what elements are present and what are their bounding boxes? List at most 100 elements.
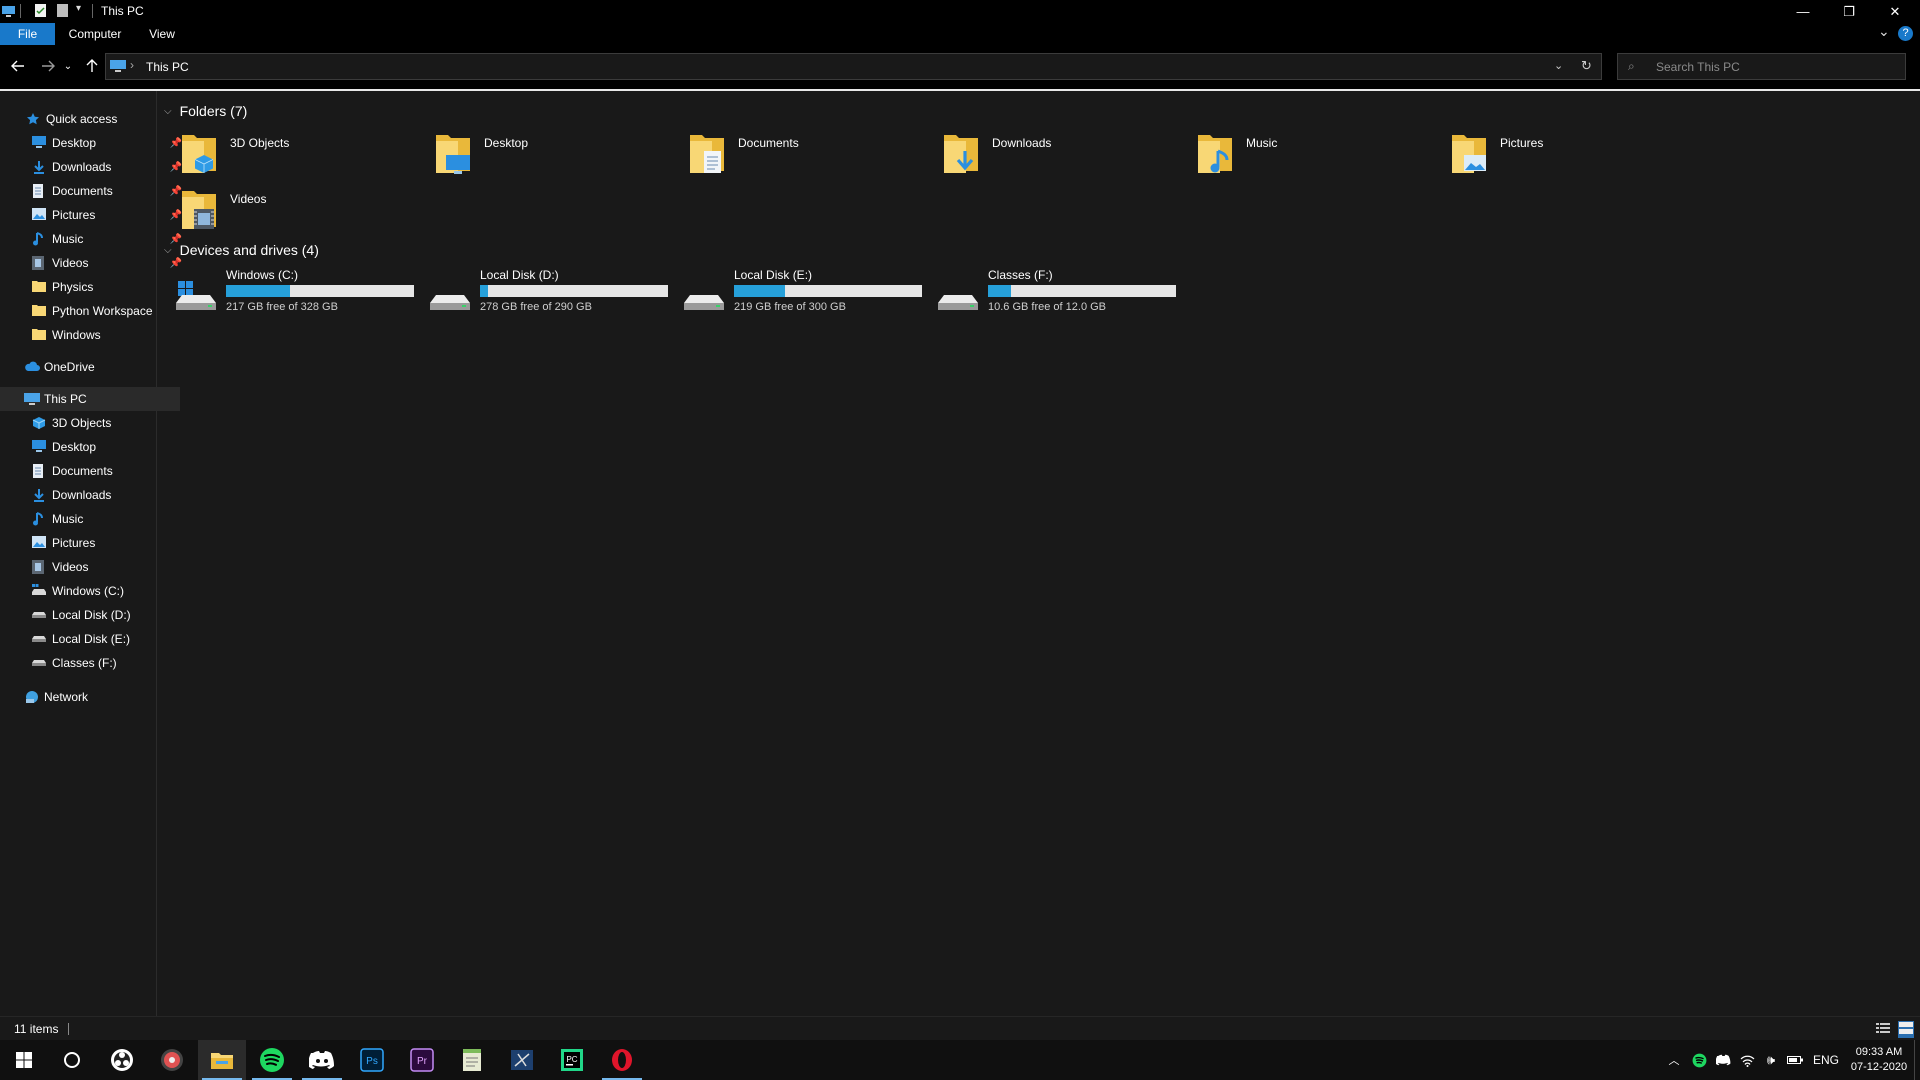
drive-tile[interactable]: Local Disk (D:) 278 GB free of 290 GB xyxy=(408,267,668,319)
new-folder-icon[interactable] xyxy=(56,3,69,18)
cortana-icon xyxy=(64,1052,80,1068)
arrow-right-icon xyxy=(42,60,55,72)
search-input[interactable]: ⌕ Search This PC xyxy=(1617,53,1906,80)
drive-icon xyxy=(32,656,46,670)
opera-taskbar-button[interactable] xyxy=(598,1040,646,1080)
properties-icon[interactable] xyxy=(34,3,47,18)
opera-icon xyxy=(612,1049,632,1071)
media-player-taskbar-button[interactable] xyxy=(148,1040,196,1080)
snipping-tool-taskbar-button[interactable] xyxy=(498,1040,546,1080)
clock-time: 09:33 AM xyxy=(1855,1046,1903,1058)
expand-ribbon-icon[interactable]: ⌄ xyxy=(1878,23,1890,40)
folder-tile[interactable]: Downloads xyxy=(920,129,1160,181)
cortana-button[interactable] xyxy=(48,1040,96,1080)
nav-label: Documents xyxy=(52,464,113,478)
music-note-icon xyxy=(32,512,46,526)
address-bar[interactable]: › This PC ⌄ ↻ xyxy=(105,53,1602,80)
folder-tile[interactable]: Documents xyxy=(666,129,906,181)
spotify-taskbar-button[interactable] xyxy=(248,1040,296,1080)
tiles-view-icon[interactable] xyxy=(1898,1021,1914,1038)
notepad-taskbar-button[interactable] xyxy=(448,1040,496,1080)
drive-tile[interactable]: Windows (C:) 217 GB free of 328 GB xyxy=(154,267,414,319)
help-icon[interactable]: ? xyxy=(1898,26,1913,41)
forward-button[interactable] xyxy=(36,55,60,77)
drive-tile[interactable]: Local Disk (E:) 219 GB free of 300 GB xyxy=(662,267,922,319)
clock[interactable]: 09:33 AM 07-12-2020 xyxy=(1846,1040,1912,1080)
nav-label: Classes (F:) xyxy=(52,656,117,670)
spotify-tray-icon[interactable] xyxy=(1688,1040,1710,1080)
drive-usage-fill xyxy=(480,285,488,297)
tab-view[interactable]: View xyxy=(140,23,184,45)
drive-tile[interactable]: Classes (F:) 10.6 GB free of 12.0 GB xyxy=(916,267,1176,319)
start-button[interactable] xyxy=(0,1040,48,1080)
folder-label: Documents xyxy=(738,136,799,150)
tab-file[interactable]: File xyxy=(0,23,55,45)
tab-computer[interactable]: Computer xyxy=(62,23,128,45)
drives-group-header[interactable]: ⌵ Devices and drives (4) xyxy=(158,239,319,261)
folder-label: Desktop xyxy=(484,136,529,150)
drive-icon xyxy=(684,275,724,315)
premiere-icon: Pr xyxy=(410,1048,434,1072)
battery-icon[interactable] xyxy=(1784,1040,1806,1080)
nav-network[interactable]: Network xyxy=(0,685,180,709)
folder-tile[interactable]: Desktop xyxy=(412,129,652,181)
desktop-icon xyxy=(32,440,46,454)
drive-name: Windows (C:) xyxy=(226,268,299,282)
premiere-taskbar-button[interactable]: Pr xyxy=(398,1040,446,1080)
refresh-icon[interactable]: ↻ xyxy=(1581,58,1592,74)
folders-group-header[interactable]: ⌵ Folders (7) xyxy=(158,100,247,122)
nav-this-pc[interactable]: This PC xyxy=(0,387,180,411)
minimize-button[interactable]: — xyxy=(1780,0,1826,23)
nav-label: Downloads xyxy=(52,488,112,502)
close-button[interactable]: ✕ xyxy=(1872,0,1918,23)
notepad-icon xyxy=(463,1049,481,1071)
pycharm-taskbar-button[interactable]: PC xyxy=(548,1040,596,1080)
discord-tray-icon[interactable] xyxy=(1712,1040,1734,1080)
nav-label: This PC xyxy=(44,392,87,406)
restore-button[interactable]: ❐ xyxy=(1826,0,1872,23)
folder-icon xyxy=(944,131,978,175)
nav-label: OneDrive xyxy=(44,360,95,374)
volume-icon[interactable]: 🕪 xyxy=(1760,1040,1782,1080)
folder-icon xyxy=(690,131,724,175)
folder-tile[interactable]: 3D Objects xyxy=(158,129,398,181)
drive-free-space: 219 GB free of 300 GB xyxy=(734,301,846,313)
picture-icon xyxy=(32,536,46,550)
computer-icon xyxy=(24,392,40,406)
language-indicator[interactable]: ENG xyxy=(1810,1040,1842,1080)
show-desktop-button[interactable] xyxy=(1914,1040,1915,1080)
title-bar: ▾ This PC — ❐ ✕ xyxy=(0,0,1920,23)
cloud-icon xyxy=(24,360,40,374)
folder-tile[interactable]: Videos xyxy=(158,185,398,237)
video-icon xyxy=(32,256,46,270)
back-button[interactable] xyxy=(6,55,30,77)
discord-icon xyxy=(309,1051,334,1069)
details-view-icon[interactable] xyxy=(1876,1022,1890,1037)
obs-taskbar-button[interactable] xyxy=(98,1040,146,1080)
file-explorer-taskbar-button[interactable] xyxy=(198,1040,246,1080)
nav-quick-access[interactable]: Quick access xyxy=(0,107,182,131)
nav-label: Local Disk (E:) xyxy=(52,632,131,646)
breadcrumb[interactable]: This PC xyxy=(146,60,189,74)
drive-usage-bar xyxy=(226,285,414,297)
drive-usage-fill xyxy=(226,285,290,297)
recent-locations-button[interactable]: ⌄ xyxy=(62,55,74,77)
snipping-tool-icon xyxy=(511,1050,533,1070)
customize-quick-access-icon[interactable]: ▾ xyxy=(76,3,81,14)
photoshop-taskbar-button[interactable]: Ps xyxy=(348,1040,396,1080)
folder-icon xyxy=(182,131,216,175)
folder-label: Downloads xyxy=(992,136,1052,150)
wifi-icon[interactable] xyxy=(1736,1040,1758,1080)
address-history-icon[interactable]: ⌄ xyxy=(1554,59,1563,72)
nav-label: Python Workspace xyxy=(52,304,153,318)
up-button[interactable] xyxy=(80,55,104,77)
divider xyxy=(20,4,21,18)
item-count: 11 items xyxy=(14,1022,59,1036)
nav-onedrive[interactable]: OneDrive xyxy=(0,355,180,379)
show-hidden-icons-icon[interactable]: ︿ xyxy=(1664,1040,1684,1080)
folder-tile[interactable]: Music xyxy=(1174,129,1414,181)
folder-tile[interactable]: Pictures xyxy=(1428,129,1668,181)
folder-icon xyxy=(1452,131,1486,175)
discord-taskbar-button[interactable] xyxy=(298,1040,346,1080)
obs-icon xyxy=(111,1049,133,1071)
